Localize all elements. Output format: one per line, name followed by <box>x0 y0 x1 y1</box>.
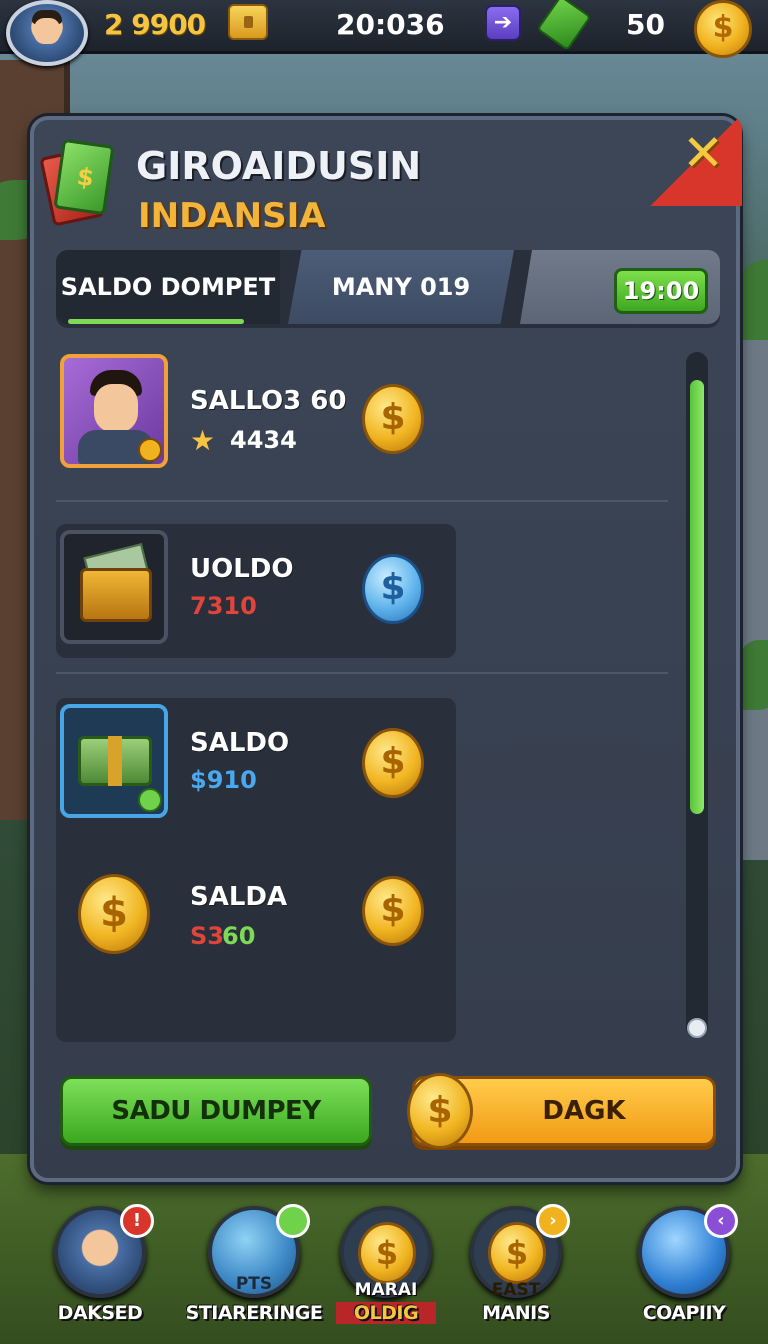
row-value: $910 <box>190 766 257 794</box>
add-coins-icon[interactable]: $ <box>694 0 752 58</box>
nav-item-oldig[interactable]: $ MARAI OLDIG <box>314 1206 454 1336</box>
row-label: SALLO3 60 <box>190 386 347 416</box>
back-badge: ‹ <box>704 1204 738 1238</box>
list-item[interactable]: SALLO3 60 ★ 4434 $ <box>56 350 676 480</box>
nav-label: MANIS <box>482 1302 550 1324</box>
blue-coin-icon[interactable]: $ <box>362 554 424 624</box>
tab-saldo-dompet[interactable]: SALDO DOMPET <box>56 250 280 324</box>
close-button[interactable]: ✕ <box>650 114 742 206</box>
coin-badge-icon <box>138 438 162 462</box>
nav-label: OLDIG <box>336 1302 436 1324</box>
gold-coin-icon[interactable]: $ <box>362 384 424 454</box>
nav-label: COAPIIY <box>642 1302 726 1324</box>
nav-label: DAKSED <box>57 1302 143 1324</box>
timer-badge: 19:00 <box>614 268 708 314</box>
list-item[interactable]: SALDO $910 $ <box>56 698 676 848</box>
row-label: SALDA <box>190 882 288 912</box>
scrollbar[interactable] <box>686 352 708 1038</box>
nav-sublabel: MARAI <box>354 1280 418 1300</box>
nav-sublabel: PTS <box>235 1274 273 1294</box>
nav-item-manis[interactable]: $ › EAST MANIS <box>444 1204 584 1336</box>
top-resource-bar: 2 9900 20:036 ➔ 50 $ <box>0 0 768 66</box>
panel-header: GIROAIDUSIN INDANSIA ✕ <box>34 114 742 240</box>
panel-subtitle: INDANSIA <box>138 196 326 236</box>
bundle-band <box>108 736 122 786</box>
row-value-part-a: S3 <box>190 922 224 950</box>
divider <box>56 500 668 502</box>
portrait-face <box>94 384 138 432</box>
green-bill <box>53 138 115 216</box>
download-badge-icon <box>138 788 162 812</box>
row-value: 7310 <box>190 592 257 620</box>
gold-coin-large-icon: $ <box>78 874 150 954</box>
button-coin-icon: $ <box>407 1073 473 1149</box>
coin-icon: $ <box>358 1222 416 1284</box>
money-stack-icon <box>39 138 115 228</box>
row-label: SALDO <box>190 728 290 758</box>
cash-balance: 50 <box>626 7 665 41</box>
secondary-button-label: DAGK <box>542 1096 626 1126</box>
player-avatar[interactable] <box>6 0 88 66</box>
primary-button[interactable]: SADU DUMPEY <box>60 1076 372 1146</box>
chest-body <box>80 568 152 622</box>
close-icon[interactable]: ✕ <box>682 124 724 182</box>
coin-icon: $ <box>488 1222 546 1284</box>
gold-coin-icon[interactable]: $ <box>362 876 424 946</box>
row-value-part-b: 60 <box>222 922 256 950</box>
nav-label: STIARERINGE <box>185 1302 323 1324</box>
cash-icon <box>536 0 592 52</box>
wallet-panel: GIROAIDUSIN INDANSIA ✕ SALDO DOMPET MANY… <box>30 114 742 1182</box>
divider <box>56 672 668 674</box>
star-icon: ★ <box>190 424 216 457</box>
coin-balance: 2 9900 <box>104 7 206 41</box>
money-bundle-icon <box>60 704 168 818</box>
row-label: UOLDO <box>190 554 294 584</box>
wallet-list: SALLO3 60 ★ 4434 $ UOLDO 7310 $ SALDO $9… <box>56 346 676 1066</box>
panel-title: GIROAIDUSIN <box>136 144 422 188</box>
nav-item-stiareringe[interactable]: PTS STIARERINGE <box>182 1204 323 1336</box>
nav-item-daksed[interactable]: ! DAKSED <box>28 1204 168 1336</box>
nav-sublabel: EAST <box>491 1280 541 1300</box>
scrollbar-knob[interactable] <box>687 1018 707 1038</box>
list-item[interactable]: UOLDO 7310 $ <box>56 524 676 658</box>
list-item[interactable]: $ SALDA S3 60 $ <box>56 866 676 1016</box>
row-value: 4434 <box>230 426 297 454</box>
character-portrait <box>60 354 168 468</box>
scrollbar-thumb[interactable] <box>690 380 704 814</box>
treasure-chest-icon <box>60 530 168 644</box>
alert-badge: ! <box>120 1204 154 1238</box>
arrow-badge: › <box>536 1204 570 1238</box>
tab-many[interactable]: MANY 019 <box>288 250 514 324</box>
bottom-navigation: ! DAKSED PTS STIARERINGE $ MARAI OLDIG $… <box>0 1196 768 1344</box>
avatar-face <box>34 18 60 44</box>
transfer-arrow-button[interactable]: ➔ <box>485 5 521 41</box>
gold-coin-icon[interactable]: $ <box>362 728 424 798</box>
nav-item-coapiiy[interactable]: ‹ COAPIIY <box>612 1204 752 1336</box>
secondary-button[interactable]: $ DAGK <box>407 1073 716 1149</box>
plus-badge <box>276 1204 310 1238</box>
clock-display: 20:036 <box>336 7 445 41</box>
gold-chest-icon[interactable] <box>228 4 268 40</box>
